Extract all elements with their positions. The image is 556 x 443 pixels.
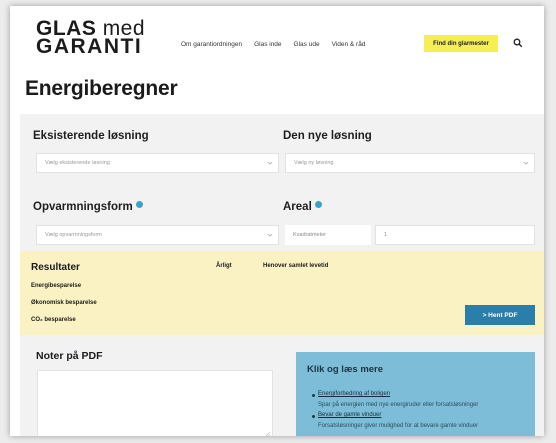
heating-heading-label: Opvarmningsform	[33, 201, 133, 213]
search-icon[interactable]	[513, 38, 523, 48]
heating-select[interactable]: Vælg opvarmningsform	[36, 225, 279, 245]
page-title: Energiberegner	[25, 77, 178, 100]
bullet-icon	[312, 394, 315, 397]
nav-item-glas-inde[interactable]: Glas inde	[254, 41, 281, 48]
find-glarmester-button[interactable]: Find din glarmester	[424, 35, 498, 52]
read-more-link-energiforbedring[interactable]: Energiforbedring af boligen	[318, 391, 390, 397]
nav-item-garantiordningen[interactable]: Om garantiordningen	[181, 41, 242, 48]
existing-solution-placeholder: Vælg eksisterende løsning	[45, 160, 110, 166]
logo-garanti: GARANTI	[36, 35, 143, 58]
chevron-down-icon	[267, 233, 273, 237]
results-col-yearly: Årligt	[216, 263, 232, 269]
results-row-co2: CO₂ besparelse	[31, 317, 76, 323]
read-more-panel: Klik og læs mere Energiforbedring af bol…	[296, 352, 535, 436]
calculator-panel: Eksisterende løsning Vælg eksisterende l…	[20, 114, 544, 436]
area-unit-label: Kvadratmeter	[285, 225, 371, 245]
read-more-title: Klik og læs mere	[307, 364, 384, 375]
main-nav: Om garantiordningen Glas inde Glas ude V…	[181, 41, 365, 48]
read-more-desc-energiforbedring: Spar på energien med nye energiruder ell…	[318, 402, 479, 408]
heating-heading: Opvarmningsform	[33, 201, 143, 213]
read-more-link-bevar[interactable]: Bevar de gamle vinduer	[318, 412, 381, 418]
results-panel: Resultater Årligt Henover samlet levetid…	[20, 251, 544, 335]
new-solution-heading: Den nye løsning	[283, 130, 372, 142]
download-pdf-button[interactable]: > Hent PDF	[465, 305, 535, 325]
heating-placeholder: Vælg opvarmningsform	[45, 232, 102, 238]
results-row-economic: Økonomisk besparelse	[31, 300, 97, 306]
area-heading: Areal	[283, 201, 322, 213]
read-more-desc-bevar: Forsatsløsninger giver mulighed for at b…	[318, 423, 479, 429]
nav-item-viden-raad[interactable]: Viden & råd	[332, 41, 366, 48]
notes-heading: Noter på PDF	[36, 350, 103, 362]
chevron-down-icon	[523, 161, 529, 165]
bullet-icon	[312, 415, 315, 418]
browser-page: GLAS med GARANTI Om garantiordningen Gla…	[10, 6, 544, 436]
info-icon[interactable]	[135, 201, 143, 208]
notes-textarea[interactable]	[37, 370, 273, 436]
results-title: Resultater	[31, 262, 80, 273]
resize-grip-icon[interactable]	[264, 431, 270, 436]
logo[interactable]: GLAS med GARANTI	[36, 18, 145, 58]
area-input[interactable]: 1	[375, 225, 535, 245]
nav-item-glas-ude[interactable]: Glas ude	[294, 41, 320, 48]
existing-solution-heading: Eksisterende løsning	[33, 130, 149, 142]
chevron-down-icon	[267, 161, 273, 165]
results-row-energy: Energibesparelse	[31, 283, 82, 289]
results-col-lifetime: Henover samlet levetid	[263, 263, 329, 269]
new-solution-select[interactable]: Vælg ny løsning	[285, 153, 535, 173]
info-icon[interactable]	[314, 201, 322, 208]
new-solution-placeholder: Vælg ny løsning	[294, 160, 334, 166]
area-heading-label: Areal	[283, 201, 312, 213]
existing-solution-select[interactable]: Vælg eksisterende løsning	[36, 153, 279, 173]
